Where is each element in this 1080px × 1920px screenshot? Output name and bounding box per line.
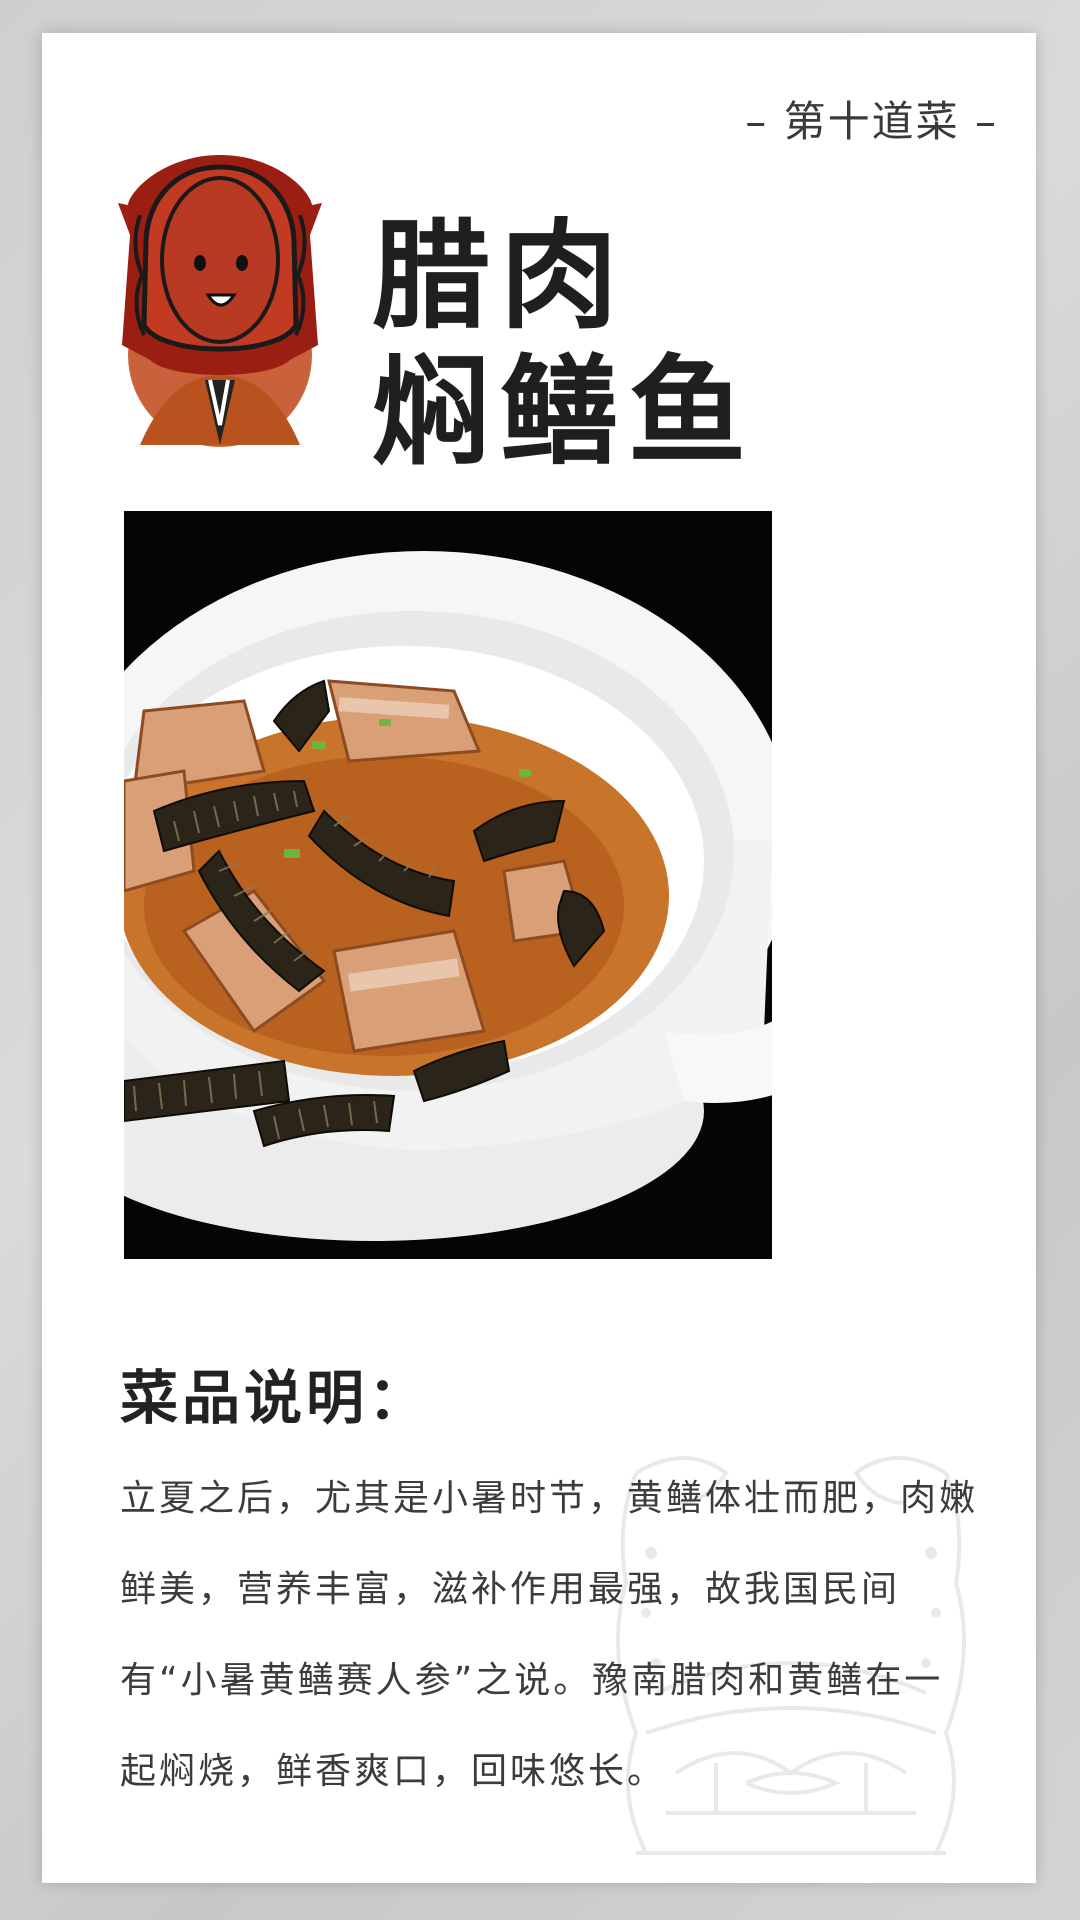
dish-title-line-1: 腊肉 — [372, 206, 629, 345]
dish-photo — [124, 511, 772, 1259]
dish-number-label: – 第十道菜 – — [745, 97, 998, 146]
mascot-icon — [118, 155, 322, 447]
dish-card: – 第十道菜 – 腊肉 焖鳝鱼 菜品说明： 立夏之后，尤其是小暑时节，黄鳝体壮而… — [42, 33, 1036, 1883]
description-text: 立夏之后，尤其是小暑时节，黄鳝体壮而肥，肉嫩鲜美，营养丰富，滋补作用最强，故我国… — [120, 1478, 979, 1792]
dish-title: 腊肉 焖鳝鱼 — [372, 208, 756, 480]
braised-eel-photo-illustration — [124, 511, 772, 1259]
description-heading: 菜品说明： — [120, 1364, 431, 1432]
dish-title-line-2: 焖鳝鱼 — [372, 342, 757, 481]
